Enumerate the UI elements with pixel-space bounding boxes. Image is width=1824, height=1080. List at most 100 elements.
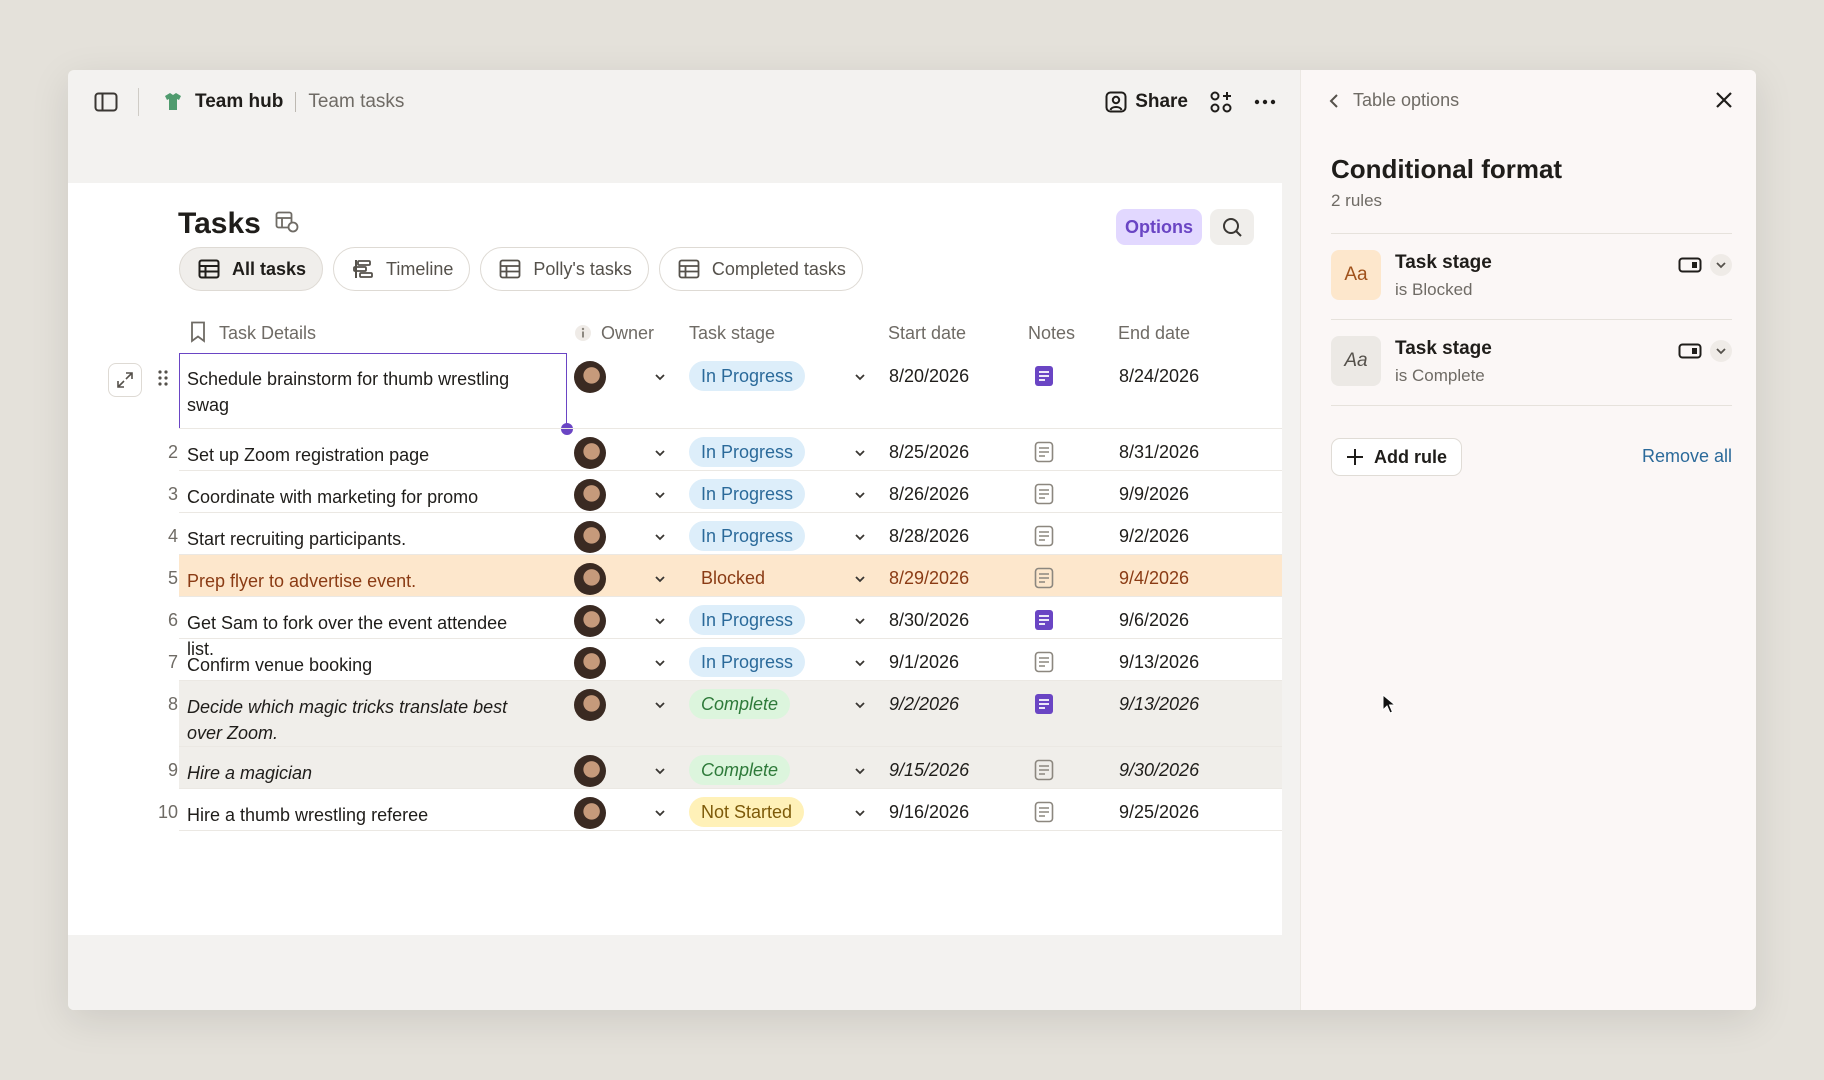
expand-row-button[interactable] (108, 363, 142, 397)
table-row[interactable]: Schedule brainstorm for thumb wrestling … (68, 353, 1282, 435)
tab-pollys-tasks[interactable]: Polly's tasks (480, 247, 649, 291)
chevron-down-icon[interactable] (854, 525, 866, 546)
start-date-cell[interactable]: 8/26/2026 (889, 484, 969, 505)
avatar[interactable] (574, 479, 606, 511)
note-icon[interactable] (1034, 567, 1054, 594)
task-cell[interactable]: Set up Zoom registration page (187, 442, 521, 468)
status-badge[interactable]: In Progress (689, 361, 806, 391)
task-cell[interactable]: Prep flyer to advertise event. (187, 568, 521, 594)
note-icon[interactable] (1034, 483, 1054, 510)
status-badge[interactable]: Not Started (689, 797, 805, 827)
start-date-cell[interactable]: 8/25/2026 (889, 442, 969, 463)
table-row[interactable]: 3 Coordinate with marketing for promo In P… (68, 471, 1282, 513)
breadcrumb-page[interactable]: Team tasks (308, 91, 404, 113)
table-row[interactable]: 2 Set up Zoom registration page In Progres… (68, 429, 1282, 471)
status-badge[interactable]: In Progress (689, 521, 806, 551)
note-icon[interactable] (1034, 651, 1054, 678)
status-badge[interactable]: Complete (689, 755, 791, 785)
chevron-down-icon[interactable] (654, 441, 666, 462)
share-button[interactable]: Share (1105, 91, 1188, 113)
column-task-stage[interactable]: Task stage (689, 323, 775, 344)
panel-back[interactable]: Table options (1329, 90, 1459, 111)
chevron-down-icon[interactable] (654, 801, 666, 822)
remove-all-link[interactable]: Remove all (1642, 446, 1732, 467)
status-badge[interactable]: In Progress (689, 605, 806, 635)
sidebar-toggle-icon[interactable] (94, 92, 118, 112)
table-row[interactable]: 4 Start recruiting participants. In Progre… (68, 513, 1282, 555)
task-cell[interactable]: Start recruiting participants. (187, 526, 521, 552)
apps-icon[interactable] (1210, 91, 1232, 113)
chevron-down-icon[interactable] (654, 759, 666, 780)
status-badge[interactable]: Blocked (689, 563, 777, 593)
end-date-cell[interactable]: 9/4/2026 (1119, 568, 1189, 589)
status-badge[interactable]: In Progress (689, 437, 806, 467)
chevron-down-icon[interactable] (654, 365, 666, 386)
chevron-down-icon[interactable] (654, 693, 666, 714)
status-badge[interactable]: In Progress (689, 647, 806, 677)
note-icon[interactable] (1034, 365, 1054, 392)
scrollbar[interactable] (1282, 140, 1300, 940)
status-badge[interactable]: Complete (689, 689, 791, 719)
more-icon[interactable] (1254, 99, 1276, 105)
rule-item[interactable]: Aa Task stage is Blocked (1331, 240, 1732, 312)
note-icon[interactable] (1034, 801, 1054, 828)
avatar[interactable] (574, 755, 606, 787)
chevron-down-icon[interactable] (654, 525, 666, 546)
end-date-cell[interactable]: 9/2/2026 (1119, 526, 1189, 547)
chevron-down-icon[interactable] (854, 365, 866, 386)
end-date-cell[interactable]: 8/24/2026 (1119, 366, 1199, 387)
chevron-down-icon[interactable] (854, 759, 866, 780)
chevron-down-icon[interactable] (854, 693, 866, 714)
end-date-cell[interactable]: 9/9/2026 (1119, 484, 1189, 505)
note-icon[interactable] (1034, 693, 1054, 720)
note-icon[interactable] (1034, 441, 1054, 468)
chevron-down-icon[interactable] (1710, 340, 1732, 362)
table-row[interactable]: 6 Get Sam to fork over the event attendee… (68, 597, 1282, 659)
chevron-down-icon[interactable] (654, 483, 666, 504)
task-cell[interactable]: Decide which magic tricks translate best… (187, 694, 521, 746)
avatar[interactable] (574, 563, 606, 595)
note-icon[interactable] (1034, 609, 1054, 636)
task-cell[interactable]: Confirm venue booking (187, 652, 521, 678)
start-date-cell[interactable]: 8/29/2026 (889, 568, 969, 589)
column-owner[interactable]: Owner (601, 323, 654, 344)
end-date-cell[interactable]: 9/25/2026 (1119, 802, 1199, 823)
chevron-down-icon[interactable] (854, 801, 866, 822)
end-date-cell[interactable]: 9/6/2026 (1119, 610, 1189, 631)
chevron-down-icon[interactable] (854, 651, 866, 672)
status-badge[interactable]: In Progress (689, 479, 806, 509)
table-row[interactable]: 7 Confirm venue booking In Progress 9/1/202… (68, 639, 1282, 681)
options-button[interactable]: Options (1116, 209, 1202, 245)
column-notes[interactable]: Notes (1028, 323, 1075, 344)
note-icon[interactable] (1034, 525, 1054, 552)
table-search-button[interactable] (1210, 209, 1254, 245)
close-icon[interactable] (1714, 90, 1734, 115)
end-date-cell[interactable]: 9/13/2026 (1119, 652, 1199, 673)
chevron-down-icon[interactable] (654, 567, 666, 588)
tab-all-tasks[interactable]: All tasks (179, 247, 324, 291)
tab-completed-tasks[interactable]: Completed tasks (658, 247, 863, 291)
task-cell[interactable]: Hire a magician (187, 760, 521, 786)
table-row[interactable]: 5 Prep flyer to advertise event. Blocked 8/… (68, 555, 1282, 597)
hub-name-link[interactable]: Team hub (195, 91, 283, 113)
chevron-down-icon[interactable] (854, 483, 866, 504)
start-date-cell[interactable]: 9/15/2026 (889, 760, 969, 781)
drag-handle-icon[interactable] (158, 369, 168, 392)
table-row[interactable]: 9 Hire a magician Complete 9/15/2026 9/30/20… (68, 747, 1282, 789)
task-cell[interactable]: Schedule brainstorm for thumb wrestling … (187, 366, 521, 418)
avatar[interactable] (574, 361, 606, 393)
add-rule-button[interactable]: Add rule (1331, 438, 1463, 476)
column-end-date[interactable]: End date (1118, 323, 1190, 344)
start-date-cell[interactable]: 9/1/2026 (889, 652, 959, 673)
start-date-cell[interactable]: 8/20/2026 (889, 366, 969, 387)
task-cell[interactable]: Coordinate with marketing for promo (187, 484, 521, 510)
avatar[interactable] (574, 797, 606, 829)
end-date-cell[interactable]: 9/13/2026 (1119, 694, 1199, 715)
table-row[interactable]: 10 Hire a thumb wrestling referee Not Star… (68, 789, 1282, 831)
chevron-down-icon[interactable] (1710, 254, 1732, 276)
start-date-cell[interactable]: 9/16/2026 (889, 802, 969, 823)
table-row[interactable]: 8 Decide which magic tricks translate bes… (68, 681, 1282, 747)
table-settings-icon[interactable] (275, 211, 299, 238)
avatar[interactable] (574, 521, 606, 553)
chevron-down-icon[interactable] (854, 567, 866, 588)
